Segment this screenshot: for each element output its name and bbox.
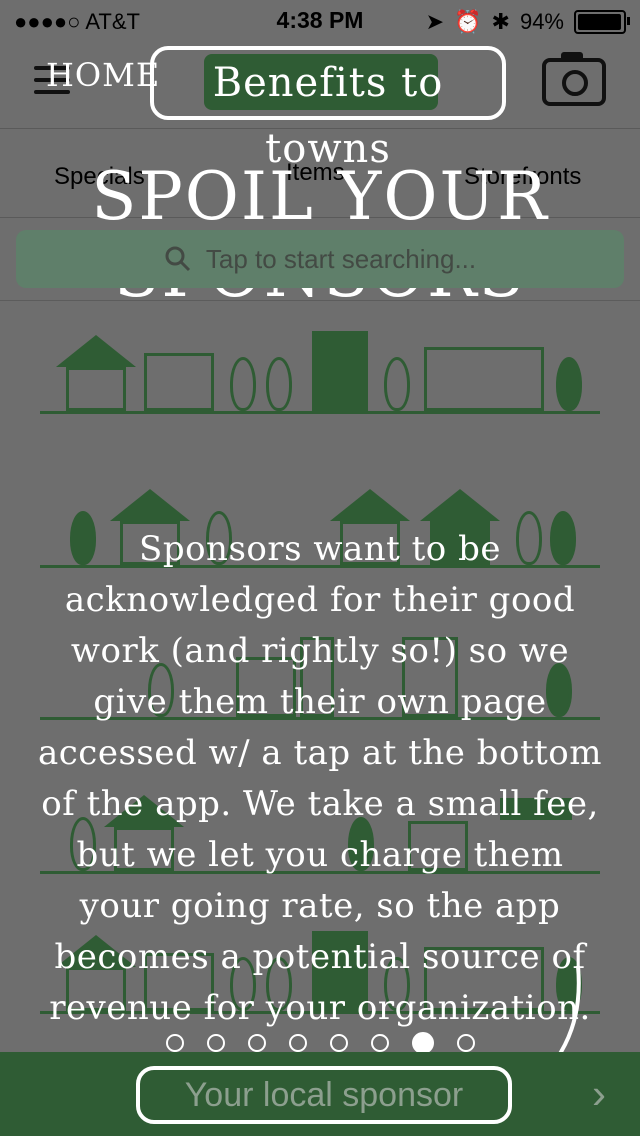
page-dot[interactable] [165, 1034, 184, 1052]
battery-icon [574, 10, 630, 34]
sponsor-description: Sponsors want to be acknowledged for the… [37, 529, 602, 1028]
divider [0, 300, 640, 301]
search-bar[interactable]: Tap to start searching... [16, 230, 624, 288]
page-dot[interactable] [370, 1034, 389, 1052]
location-icon: ➤ [425, 9, 445, 34]
sponsor-footer[interactable]: Your local sponsor › [0, 1052, 640, 1136]
page-dot[interactable] [456, 1034, 475, 1052]
home-annotation: HOME [46, 56, 161, 94]
page-dot[interactable] [206, 1034, 225, 1052]
battery-percent: 94% [519, 9, 564, 34]
page-dot[interactable] [329, 1034, 348, 1052]
page-dot[interactable] [288, 1034, 307, 1052]
town-illustration [40, 324, 600, 414]
alarm-icon: ⏰ [454, 9, 482, 34]
status-icons: ➤ ⏰ ✱ 94% [425, 9, 630, 35]
app-header: HOME Benefits to towns [0, 40, 640, 172]
benefits-annotation: Benefits to towns [150, 46, 506, 172]
page-dot[interactable] [247, 1034, 266, 1052]
camera-icon[interactable] [542, 52, 606, 106]
page-dot[interactable] [411, 1032, 434, 1054]
sponsor-button[interactable]: Your local sponsor [136, 1066, 512, 1124]
status-bar: ●●●●○ AT&T 4:38 PM ➤ ⏰ ✱ 94% [0, 0, 640, 40]
chevron-right-icon[interactable]: › [592, 1070, 606, 1118]
search-icon [165, 246, 190, 272]
search-placeholder: Tap to start searching... [205, 243, 477, 274]
bluetooth-icon: ✱ [491, 9, 510, 34]
